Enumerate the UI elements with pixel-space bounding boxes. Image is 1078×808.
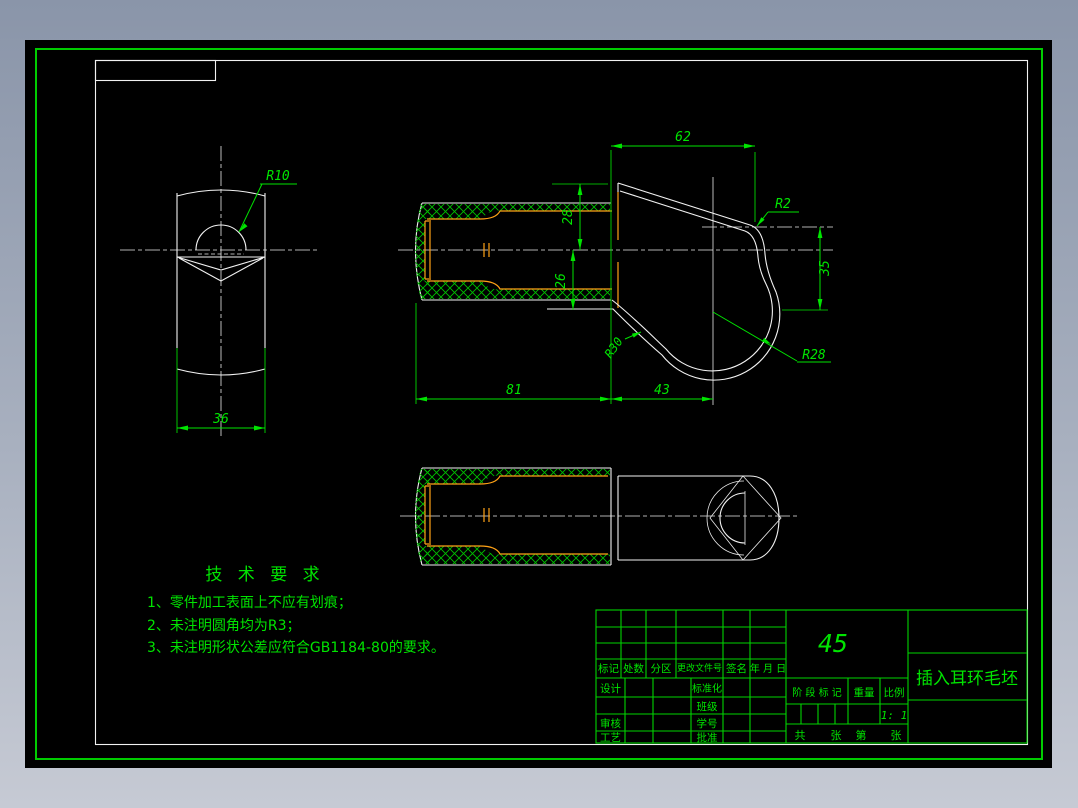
revision-header: 签名: [726, 662, 747, 675]
label-process: 工艺: [600, 732, 621, 744]
label-audit: 审核: [600, 717, 621, 730]
dim-35-label: 35: [818, 260, 833, 277]
dim-62-label: 62: [675, 130, 691, 145]
tech-requirement-item: 1、零件加工表面上不应有划痕；: [147, 594, 352, 611]
cad-drawing-canvas[interactable]: 36 R10 62 28 26 81 43 35 R2 R30 R28 技 术 …: [0, 0, 1078, 808]
tech-requirements-title: 技 术 要 求: [205, 565, 324, 585]
revision-header: 分区: [651, 663, 672, 675]
tech-requirement-item: 3、未注明形状公差应符合GB1184-80的要求。: [147, 639, 445, 656]
revision-header: 更改文件号: [677, 662, 722, 674]
revision-header: 年 月 日: [750, 662, 786, 675]
part-name: 插入耳环毛坯: [916, 669, 1018, 689]
dim-43-label: 43: [654, 383, 670, 398]
drawing-sheet: [25, 40, 1052, 768]
radius-r2-label: R2: [775, 197, 791, 212]
label-sheet-unit: 张: [831, 729, 842, 742]
label-standardization: 标准化: [692, 682, 722, 695]
label-stage-mark: 阶 段 标 记: [792, 686, 842, 699]
label-sheet-no: 第: [856, 728, 867, 742]
label-sheet-total: 共: [795, 729, 806, 742]
label-approve: 批准: [697, 731, 718, 744]
label-weight: 重量: [854, 686, 875, 699]
revision-header: 处数: [623, 662, 644, 675]
material-label: 45: [818, 629, 848, 658]
label-serial: 学号: [697, 717, 718, 730]
dim-81-label: 81: [506, 383, 522, 398]
label-scale: 比例: [884, 686, 905, 699]
app-background: 36 R10 62 28 26 81 43 35 R2 R30 R28 技 术 …: [0, 0, 1078, 808]
label-grade: 班级: [697, 701, 718, 713]
dim-26-label: 26: [554, 273, 569, 289]
label-sheet-unit: 张: [891, 729, 902, 742]
radius-r28-label: R28: [802, 348, 826, 363]
label-design: 设计: [600, 682, 621, 695]
dim-28-label: 28: [561, 209, 576, 225]
dim-36-label: 36: [212, 412, 229, 427]
tech-requirement-item: 2、未注明圆角均为R3；: [147, 618, 301, 634]
radius-r10-label: R10: [266, 169, 290, 184]
scale-value: 1: 1: [881, 709, 908, 722]
revision-header: 标记: [598, 663, 619, 675]
